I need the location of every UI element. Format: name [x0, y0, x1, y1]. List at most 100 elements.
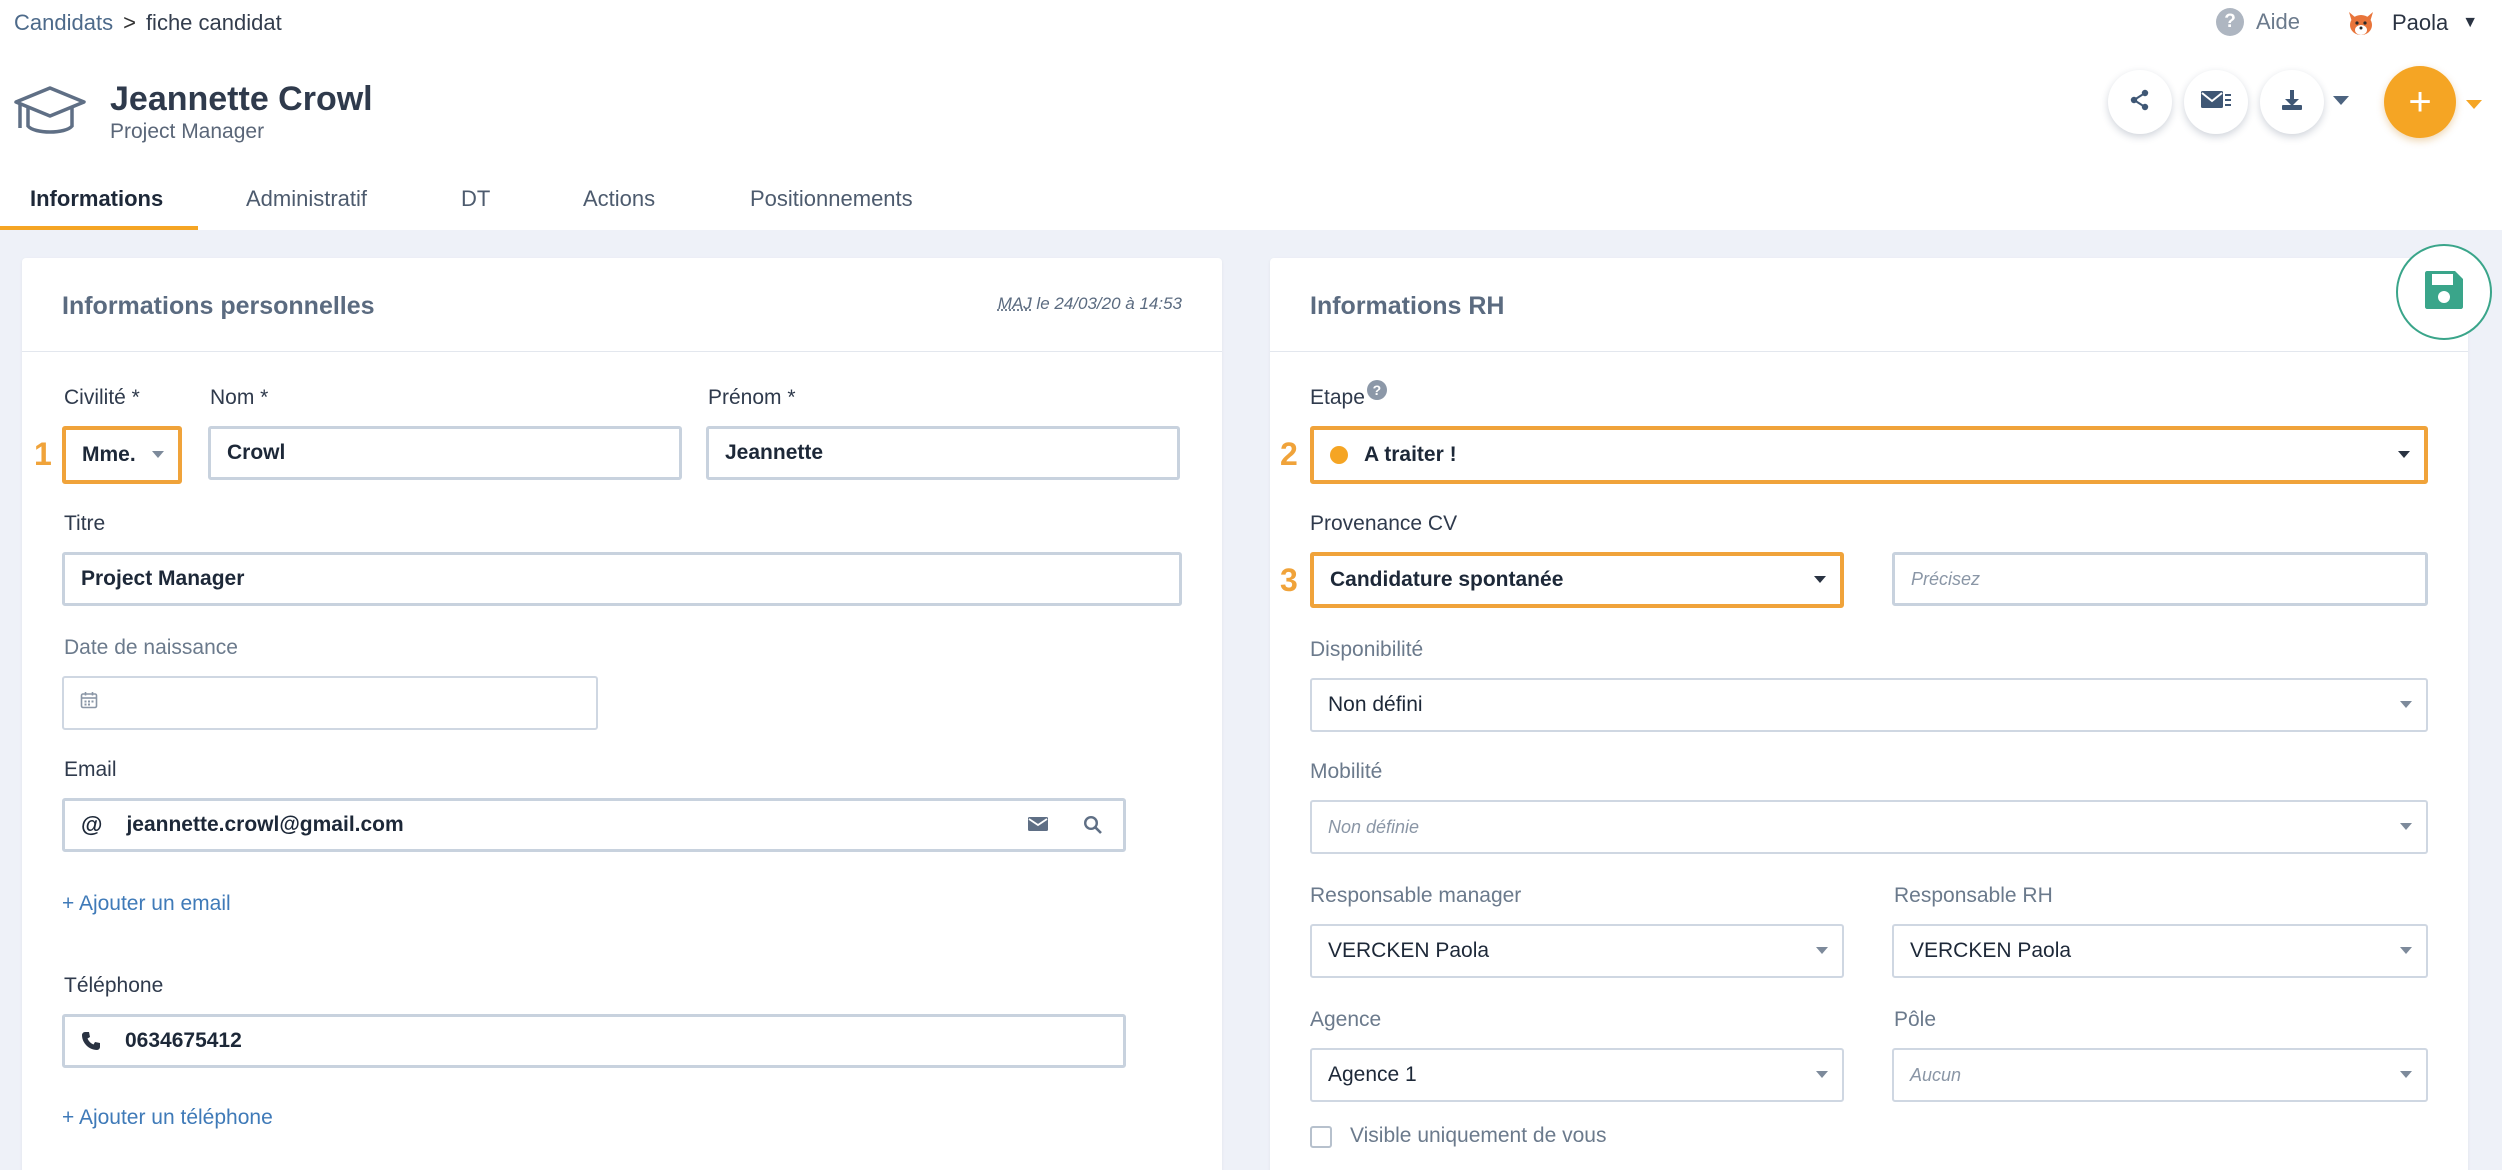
disponibilite-select[interactable]: Non défini	[1310, 678, 2428, 732]
civilite-value: Mme.	[82, 443, 136, 466]
chevron-down-icon	[2398, 451, 2410, 458]
chevron-down-icon	[2400, 823, 2412, 830]
telephone-input[interactable]: 0634675412	[62, 1014, 1126, 1068]
share-icon	[2129, 89, 2151, 116]
user-name: Paola	[2392, 10, 2449, 35]
share-button[interactable]	[2108, 70, 2172, 134]
nom-value: Crowl	[227, 441, 286, 464]
graduation-cap-icon	[12, 84, 88, 142]
email-label: Email	[64, 758, 117, 781]
tab-dt[interactable]: DT	[461, 180, 490, 230]
add-email-link[interactable]: + Ajouter un email	[62, 892, 231, 916]
civilite-select[interactable]: Mme.	[62, 426, 182, 484]
last-update-text: MAJ le 24/03/20 à 14:53	[998, 294, 1182, 314]
envelope-list-icon	[2200, 89, 2232, 116]
titre-input[interactable]: Project Manager	[62, 552, 1182, 606]
add-button[interactable]: +	[2384, 66, 2456, 138]
help-label: Aide	[2256, 9, 2301, 34]
provenance-select[interactable]: Candidature spontanée	[1310, 552, 1844, 608]
personal-info-header: Informations personnelles MAJ le 24/03/2…	[22, 258, 1222, 352]
status-dot-icon	[1330, 446, 1348, 464]
pole-select[interactable]: Aucun	[1892, 1048, 2428, 1102]
breadcrumb: Candidats > fiche candidat	[14, 10, 282, 36]
download-icon	[2281, 89, 2303, 116]
maj-abbr: MAJ	[997, 294, 1032, 313]
marker-3: 3	[1280, 562, 1298, 598]
calendar-icon	[80, 691, 98, 715]
fox-avatar-icon	[2344, 6, 2378, 40]
email-input[interactable]: @ jeannette.crowl@gmail.com	[62, 798, 1126, 852]
mobilite-value: Non définie	[1328, 816, 1420, 837]
search-icon[interactable]	[1083, 815, 1103, 841]
responsable-manager-value: VERCKEN Paola	[1328, 939, 1490, 962]
breadcrumb-current: fiche candidat	[145, 10, 282, 35]
precisez-input[interactable]: Précisez	[1892, 552, 2428, 606]
chevron-down-icon	[2400, 947, 2412, 954]
floppy-disk-icon	[2423, 269, 2465, 316]
candidate-title: Project Manager	[110, 120, 265, 143]
etape-select[interactable]: A traiter !	[1310, 426, 2428, 484]
mobilite-select[interactable]: Non définie	[1310, 800, 2428, 854]
responsable-manager-label: Responsable manager	[1310, 884, 1522, 907]
titre-label: Titre	[64, 512, 106, 535]
maj-date: le 24/03/20 à 14:53	[1031, 294, 1182, 313]
download-chevron-down-icon[interactable]	[2333, 96, 2349, 105]
nom-input[interactable]: Crowl	[208, 426, 682, 480]
marker-2: 2	[1280, 436, 1298, 472]
save-button[interactable]	[2396, 244, 2492, 340]
responsable-rh-value: VERCKEN Paola	[1910, 939, 2072, 962]
tab-administratif[interactable]: Administratif	[246, 180, 367, 230]
tab-actions[interactable]: Actions	[583, 180, 655, 230]
marker-1: 1	[34, 436, 52, 472]
telephone-value: 0634675412	[125, 1029, 242, 1052]
top-bar: Candidats > fiche candidat ? Aide Paola …	[0, 0, 2502, 230]
chevron-down-icon	[1816, 947, 1828, 954]
phone-icon	[81, 1031, 101, 1051]
envelope-icon[interactable]	[1027, 815, 1049, 839]
pole-label: Pôle	[1894, 1008, 1937, 1031]
birthdate-input[interactable]	[62, 676, 598, 730]
agence-value: Agence 1	[1328, 1063, 1417, 1086]
chevron-down-icon: ▼	[2462, 14, 2479, 31]
chevron-down-icon	[1814, 576, 1826, 583]
personal-info-title: Informations personnelles	[62, 292, 375, 320]
candidate-name: Jeannette Crowl	[110, 80, 373, 118]
agence-label: Agence	[1310, 1008, 1382, 1031]
mobilite-label: Mobilité	[1310, 760, 1383, 783]
visible-only-checkbox[interactable]	[1310, 1126, 1332, 1148]
help-icon[interactable]: ?	[1366, 380, 1387, 400]
breadcrumb-candidats-link[interactable]: Candidats	[14, 10, 113, 36]
user-menu[interactable]: Paola ▼	[2344, 6, 2478, 40]
responsable-rh-select[interactable]: VERCKEN Paola	[1892, 924, 2428, 978]
telephone-label: Téléphone	[64, 974, 164, 997]
download-button[interactable]	[2260, 70, 2324, 134]
naissance-label: Date de naissance	[64, 636, 238, 659]
disponibilite-value: Non défini	[1328, 693, 1423, 716]
chevron-down-icon	[2400, 1071, 2412, 1078]
breadcrumb-separator: >	[123, 10, 136, 35]
add-chevron-down-icon[interactable]	[2466, 100, 2482, 109]
etape-label: Etape?	[1310, 380, 1387, 410]
etape-label-text: Etape	[1310, 386, 1365, 409]
chevron-down-icon	[152, 451, 164, 458]
chevron-down-icon	[1816, 1071, 1828, 1078]
email-list-button[interactable]	[2184, 70, 2248, 134]
titre-value: Project Manager	[81, 567, 245, 590]
at-icon: @	[81, 812, 103, 837]
civilite-label: Civilité *	[64, 386, 140, 409]
prenom-input[interactable]: Jeannette	[706, 426, 1180, 480]
agence-select[interactable]: Agence 1	[1310, 1048, 1844, 1102]
nom-label: Nom *	[210, 386, 269, 409]
responsable-rh-label: Responsable RH	[1894, 884, 2053, 907]
chevron-down-icon	[2400, 701, 2412, 708]
help-link[interactable]: ? Aide	[2216, 8, 2300, 36]
responsable-manager-select[interactable]: VERCKEN Paola	[1310, 924, 1844, 978]
provenance-value: Candidature spontanée	[1330, 568, 1564, 591]
email-value: jeannette.crowl@gmail.com	[126, 813, 404, 836]
tab-positionnements[interactable]: Positionnements	[750, 180, 913, 230]
provenance-label: Provenance CV	[1310, 512, 1458, 535]
rh-info-header: Informations RH	[1270, 258, 2468, 352]
tab-informations[interactable]: Informations	[0, 180, 198, 230]
add-telephone-link[interactable]: + Ajouter un téléphone	[62, 1106, 273, 1130]
disponibilite-label: Disponibilité	[1310, 638, 1424, 661]
